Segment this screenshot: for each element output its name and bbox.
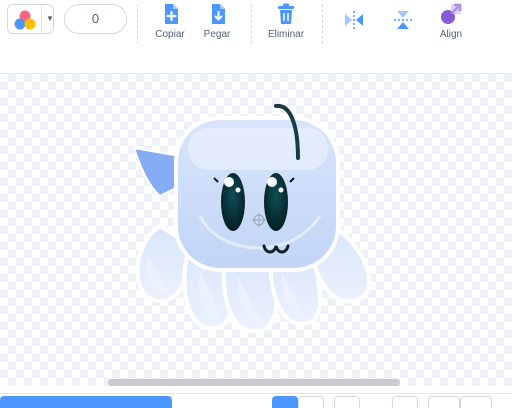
paste-icon: [212, 4, 225, 24]
zoom-in-button[interactable]: [334, 396, 360, 408]
flip-vertical-icon: [394, 11, 412, 29]
jellyfish-ghost-sprite[interactable]: [130, 96, 386, 336]
copy-button[interactable]: Copiar: [144, 2, 196, 46]
align-icon: [441, 3, 462, 24]
align-label: Align: [439, 29, 463, 40]
delete-button[interactable]: Eliminar: [260, 2, 312, 46]
zoom-reset-button[interactable]: [298, 396, 324, 408]
vector-mode-button[interactable]: [428, 396, 460, 408]
chevron-down-icon: ▼: [46, 14, 54, 23]
paste-label: Pegar: [203, 29, 231, 40]
zoom-out-button[interactable]: [272, 396, 298, 408]
bitmap-mode-button[interactable]: [392, 396, 418, 408]
horizontal-scrollbar[interactable]: [108, 379, 400, 386]
flip-vertical-button[interactable]: [379, 2, 427, 46]
extra-button[interactable]: [460, 396, 492, 408]
color-palette-icon: [14, 10, 36, 30]
align-button[interactable]: Align: [425, 2, 477, 46]
delete-label: Eliminar: [267, 29, 305, 40]
outline-width-input[interactable]: 0: [64, 4, 127, 34]
flip-horizontal-button[interactable]: [330, 2, 378, 46]
fill-color-button[interactable]: ▼: [7, 4, 54, 34]
copy-icon: [165, 4, 178, 24]
trash-icon: [278, 3, 294, 24]
paint-toolbar: ▼ 0 Copiar Pegar Eliminar Align: [0, 0, 512, 48]
convert-button[interactable]: [0, 396, 172, 408]
copy-label: Copiar: [155, 29, 185, 40]
flip-horizontal-icon: [345, 11, 363, 29]
paste-button[interactable]: Pegar: [191, 2, 243, 46]
